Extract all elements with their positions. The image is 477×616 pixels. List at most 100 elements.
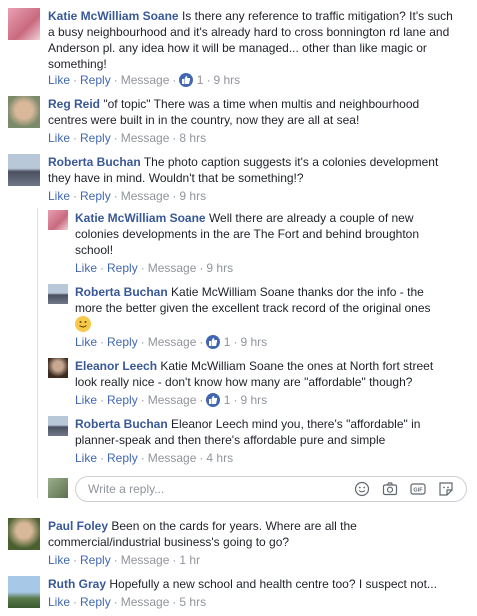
comment-author[interactable]: Roberta Buchan — [48, 155, 141, 169]
timestamp[interactable]: 9 hrs — [240, 335, 267, 349]
timestamp[interactable]: 9 hrs — [240, 393, 267, 407]
like-link[interactable]: Like — [48, 189, 70, 203]
comment-actions: Like · Reply · Message · 5 hrs — [48, 595, 207, 609]
reaction-count[interactable]: 1 — [224, 393, 231, 407]
avatar[interactable] — [8, 8, 40, 40]
reply-link[interactable]: Reply — [80, 595, 111, 609]
reply-link[interactable]: Reply — [107, 335, 138, 349]
comment-author[interactable]: Reg Reid — [48, 97, 100, 111]
comment-line: commercial/industrial business's going t… — [48, 535, 290, 549]
comment-text: Katie McWilliam Soane Well there are alr… — [75, 210, 475, 258]
avatar[interactable] — [8, 96, 40, 128]
reply-link[interactable]: Reply — [107, 451, 138, 465]
reply-input[interactable]: Write a reply... GIF — [75, 476, 467, 502]
comment-actions: Like · Reply · Message · 1 hr — [48, 553, 201, 567]
comment-actions: Like · Reply · Message · 8 hrs — [48, 131, 207, 145]
reply-link[interactable]: Reply — [80, 131, 111, 145]
emoji-icon[interactable] — [354, 481, 370, 497]
comment-line: Katie McWilliam Soane the ones at North … — [160, 359, 434, 373]
avatar[interactable] — [8, 518, 40, 550]
like-link[interactable]: Like — [75, 451, 97, 465]
comment-actions: Like · Reply · Message · 4 hrs — [75, 451, 234, 465]
comment-author[interactable]: Ruth Gray — [48, 577, 106, 591]
timestamp[interactable]: 5 hrs — [179, 595, 206, 609]
comment-text: Katie McWilliam Soane Is there any refer… — [48, 8, 473, 72]
message-link[interactable]: Message — [148, 261, 197, 275]
like-link[interactable]: Like — [48, 553, 70, 567]
timestamp[interactable]: 4 hrs — [206, 451, 233, 465]
message-link[interactable]: Message — [148, 335, 197, 349]
camera-icon[interactable] — [382, 481, 398, 497]
comment-text: Roberta Buchan The photo caption suggest… — [48, 154, 473, 186]
reply-link[interactable]: Reply — [80, 73, 111, 87]
reply-link[interactable]: Reply — [80, 189, 111, 203]
message-link[interactable]: Message — [121, 131, 170, 145]
comment-line: Is there any reference to traffic mitiga… — [181, 9, 453, 23]
message-link[interactable]: Message — [148, 451, 197, 465]
timestamp[interactable]: 8 hrs — [179, 131, 206, 145]
avatar[interactable] — [48, 210, 68, 230]
comment-author[interactable]: Katie McWilliam Soane — [48, 9, 179, 23]
message-link[interactable]: Message — [121, 595, 170, 609]
comment-line: Anderson pl. any idea how it will be man… — [48, 41, 427, 55]
avatar[interactable] — [48, 416, 68, 436]
comment-actions: Like · Reply · Message · 1 · 9 hrs — [75, 335, 268, 349]
comment-line: Eleanor Leech mind you, there's "afforda… — [171, 417, 421, 431]
gif-icon[interactable]: GIF — [410, 481, 426, 497]
like-link[interactable]: Like — [48, 73, 70, 87]
comment-author[interactable]: Roberta Buchan — [75, 285, 168, 299]
comment-author[interactable]: Roberta Buchan — [75, 417, 168, 431]
avatar[interactable] — [8, 576, 40, 608]
timestamp[interactable]: 9 hrs — [206, 261, 233, 275]
avatar[interactable] — [48, 358, 68, 378]
comment-actions: Like · Reply · Message · 1 · 9 hrs — [75, 393, 268, 407]
comment-actions: Like · Reply · Message · 9 hrs — [75, 261, 234, 275]
like-link[interactable]: Like — [75, 335, 97, 349]
like-link[interactable]: Like — [48, 595, 70, 609]
message-link[interactable]: Message — [121, 73, 170, 87]
reply-placeholder: Write a reply... — [88, 482, 165, 496]
comment-line: Katie McWilliam Soane thanks dor the inf… — [171, 285, 424, 299]
comment-author[interactable]: Eleanor Leech — [75, 359, 157, 373]
avatar[interactable] — [48, 284, 68, 304]
comment-actions: Like · Reply · Message · 9 hrs — [48, 189, 207, 203]
comment-line: centres were built in in the country, no… — [48, 113, 360, 127]
timestamp[interactable]: 9 hrs — [213, 73, 240, 87]
reply-link[interactable]: Reply — [80, 553, 111, 567]
comment-text: Reg Reid "of topic" There was a time whe… — [48, 96, 473, 128]
message-link[interactable]: Message — [121, 553, 170, 567]
comment-text: Paul Foley Been on the cards for years. … — [48, 518, 473, 550]
like-reaction-icon[interactable] — [179, 73, 194, 87]
comment-author[interactable]: Paul Foley — [48, 519, 108, 533]
comment-line: more the better given the excellent trac… — [75, 301, 431, 315]
comment-actions: Like · Reply · Message · 1 · 9 hrs — [48, 73, 241, 87]
like-link[interactable]: Like — [75, 393, 97, 407]
comment-line: they have in mind. Wouldn't that be some… — [48, 171, 304, 185]
comment-line: something! — [48, 57, 107, 71]
comment-line: colonies developments in the are The For… — [75, 227, 420, 241]
sticker-icon[interactable] — [438, 481, 454, 497]
like-reaction-icon[interactable] — [206, 335, 221, 349]
message-link[interactable]: Message — [148, 393, 197, 407]
like-link[interactable]: Like — [75, 261, 97, 275]
like-reaction-icon[interactable] — [206, 393, 221, 407]
comment-line: Well there are already a couple of new — [208, 211, 414, 225]
timestamp[interactable]: 9 hrs — [179, 189, 206, 203]
reply-link[interactable]: Reply — [107, 393, 138, 407]
comment-line: The photo caption suggests it's a coloni… — [143, 155, 439, 169]
comment-line: school! — [75, 243, 114, 257]
reply-link[interactable]: Reply — [107, 261, 138, 275]
comment-line: a busy neighbourhood and it's already ha… — [48, 25, 450, 39]
timestamp[interactable]: 1 hr — [179, 553, 200, 567]
reaction-count[interactable]: 1 — [197, 73, 204, 87]
reaction-count[interactable]: 1 — [224, 335, 231, 349]
comment-author[interactable]: Katie McWilliam Soane — [75, 211, 206, 225]
comment-text: Roberta Buchan Katie McWilliam Soane tha… — [75, 284, 475, 333]
comment-text: Ruth Gray Hopefully a new school and hea… — [48, 576, 473, 592]
message-link[interactable]: Message — [121, 189, 170, 203]
thread-line — [37, 208, 38, 498]
like-link[interactable]: Like — [48, 131, 70, 145]
svg-text:GIF: GIF — [413, 487, 423, 493]
comment-line: look really nice - don't know how many a… — [75, 375, 413, 389]
avatar[interactable] — [8, 154, 40, 186]
